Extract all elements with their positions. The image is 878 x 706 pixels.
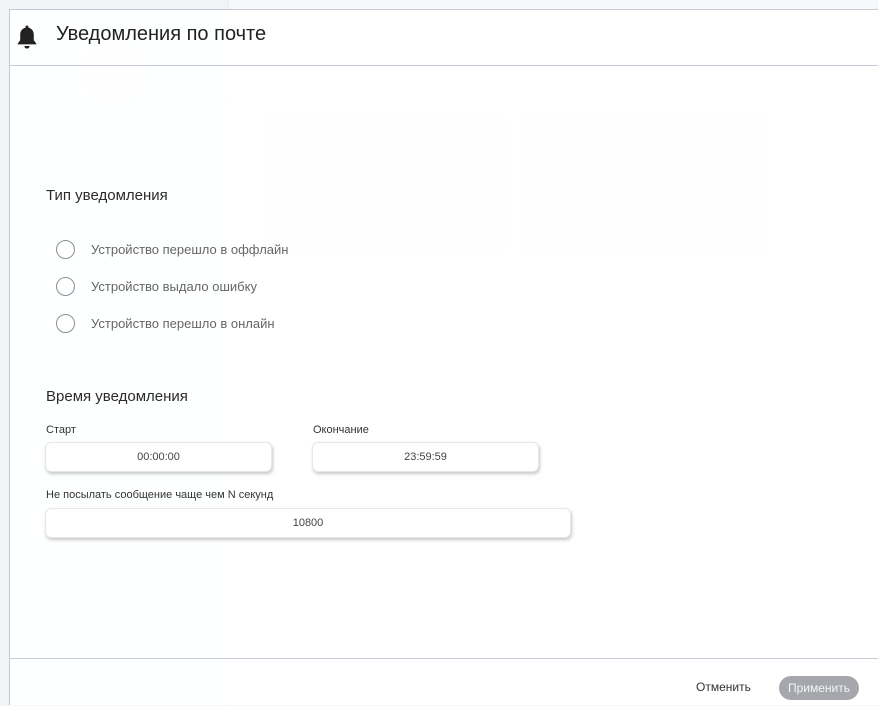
radio-device-error[interactable]: Устройство выдало ошибку: [56, 275, 257, 297]
radio-label: Устройство выдало ошибку: [91, 278, 257, 294]
cancel-button[interactable]: Отменить: [696, 680, 751, 694]
email-notifications-dialog: Уведомления по почте Тип уведомления Уст…: [9, 9, 878, 705]
notification-time-title: Время уведомления: [46, 388, 188, 405]
end-time-input[interactable]: [312, 442, 539, 472]
bell-icon: [17, 25, 37, 49]
radio-device-online[interactable]: Устройство перешло в онлайн: [56, 312, 275, 334]
apply-button[interactable]: Применить: [779, 676, 859, 700]
start-time-label: Старт: [46, 424, 76, 436]
radio-circle[interactable]: [56, 276, 75, 296]
end-time-label: Окончание: [313, 424, 369, 436]
dialog-title: Уведомления по почте: [56, 23, 267, 45]
start-time-input[interactable]: [45, 442, 272, 472]
radio-circle[interactable]: [56, 239, 75, 259]
dialog-footer: Отменить Применить: [10, 658, 878, 706]
notification-type-title: Тип уведомления: [46, 187, 168, 204]
interval-label: Не посылать сообщение чаще чем N секунд: [46, 489, 274, 501]
radio-device-offline[interactable]: Устройство перешло в оффлайн: [56, 238, 288, 260]
radio-label: Устройство перешло в онлайн: [91, 315, 275, 331]
interval-input[interactable]: [45, 508, 571, 538]
dialog-header: Уведомления по почте: [10, 10, 878, 66]
radio-label: Устройство перешло в оффлайн: [91, 241, 289, 257]
radio-circle[interactable]: [56, 313, 75, 333]
